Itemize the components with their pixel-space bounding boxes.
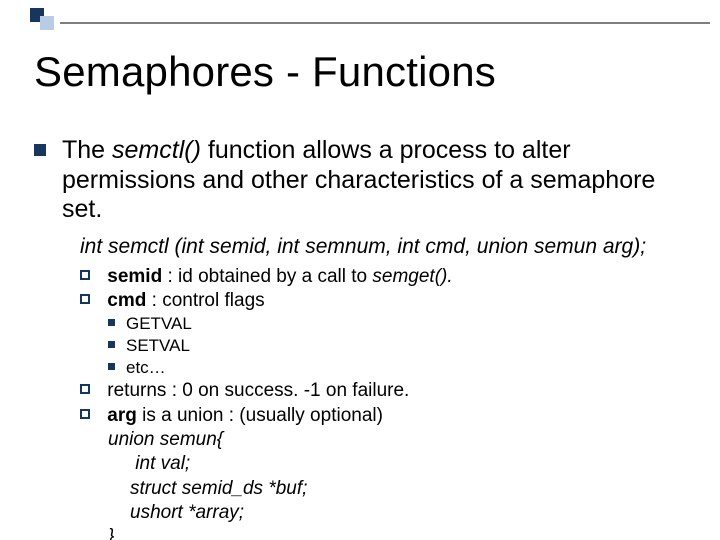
bullet-outline-square-icon [80, 409, 90, 419]
bullet-outline-square-icon [80, 294, 90, 304]
item-tail: semget(). [372, 266, 452, 287]
code-line: int val; [135, 453, 190, 474]
item-bold: arg [107, 405, 137, 426]
para-fn: semctl() [112, 136, 201, 164]
code-line: struct semid_ds *buf; [130, 477, 686, 501]
item-bold: semid [107, 266, 162, 287]
bullet-outline-square-icon [80, 384, 90, 394]
slide-body: The semctl() function allows a process t… [34, 130, 686, 540]
item-rest: : control flags [146, 290, 264, 311]
list-item-text: SETVAL [126, 335, 190, 357]
header-decoration [0, 8, 720, 30]
item-rest: is a union : (usually optional) [137, 405, 383, 426]
union-code-block: union semun{ int val; struct semid_ds *b… [108, 428, 686, 540]
bullet-level1: The semctl() function allows a process t… [34, 136, 686, 225]
list-item-text: cmd : control flags [102, 289, 265, 313]
para-text: The semctl() function allows a process t… [62, 136, 686, 225]
bullet-small-square-icon [108, 341, 115, 348]
bullet-outline-square-icon [80, 270, 90, 280]
list-item: cmd : control flags [80, 289, 686, 313]
list-item: arg is a union : (usually optional) [80, 404, 686, 428]
list-item: returns : 0 on success. -1 on failure. [80, 379, 686, 403]
slide: Semaphores - Functions The semctl() func… [0, 0, 720, 540]
list-item: GETVAL [108, 313, 686, 335]
code-line: union semun{ [108, 428, 686, 452]
level3-list: GETVAL SETVAL etc… [108, 313, 686, 379]
list-item-text: arg is a union : (usually optional) [102, 404, 383, 428]
slide-title: Semaphores - Functions [34, 48, 496, 96]
code-line: } [108, 525, 686, 540]
list-item: SETVAL [108, 335, 686, 357]
list-item-text: returns : 0 on success. -1 on failure. [102, 379, 409, 403]
list-item: etc… [108, 357, 686, 379]
square-light-icon [40, 16, 54, 30]
item-rest: returns : 0 on success. -1 on failure. [107, 380, 409, 401]
list-item-text: GETVAL [126, 313, 192, 335]
code-line: ushort *array; [130, 501, 686, 525]
divider-line [60, 22, 710, 24]
level2-list: semid : id obtained by a call to semget(… [80, 265, 686, 540]
list-item: semid : id obtained by a call to semget(… [80, 265, 686, 289]
bullet-small-square-icon [108, 319, 115, 326]
bullet-small-square-icon [108, 363, 115, 370]
item-rest: : id obtained by a call to [162, 266, 372, 287]
list-item-text: etc… [126, 357, 166, 379]
function-signature: int semctl (int semid, int semnum, int c… [80, 235, 686, 259]
para-lead: The [62, 136, 112, 164]
item-bold: cmd [107, 290, 146, 311]
list-item-text: semid : id obtained by a call to semget(… [102, 265, 453, 289]
bullet-square-icon [34, 144, 46, 156]
